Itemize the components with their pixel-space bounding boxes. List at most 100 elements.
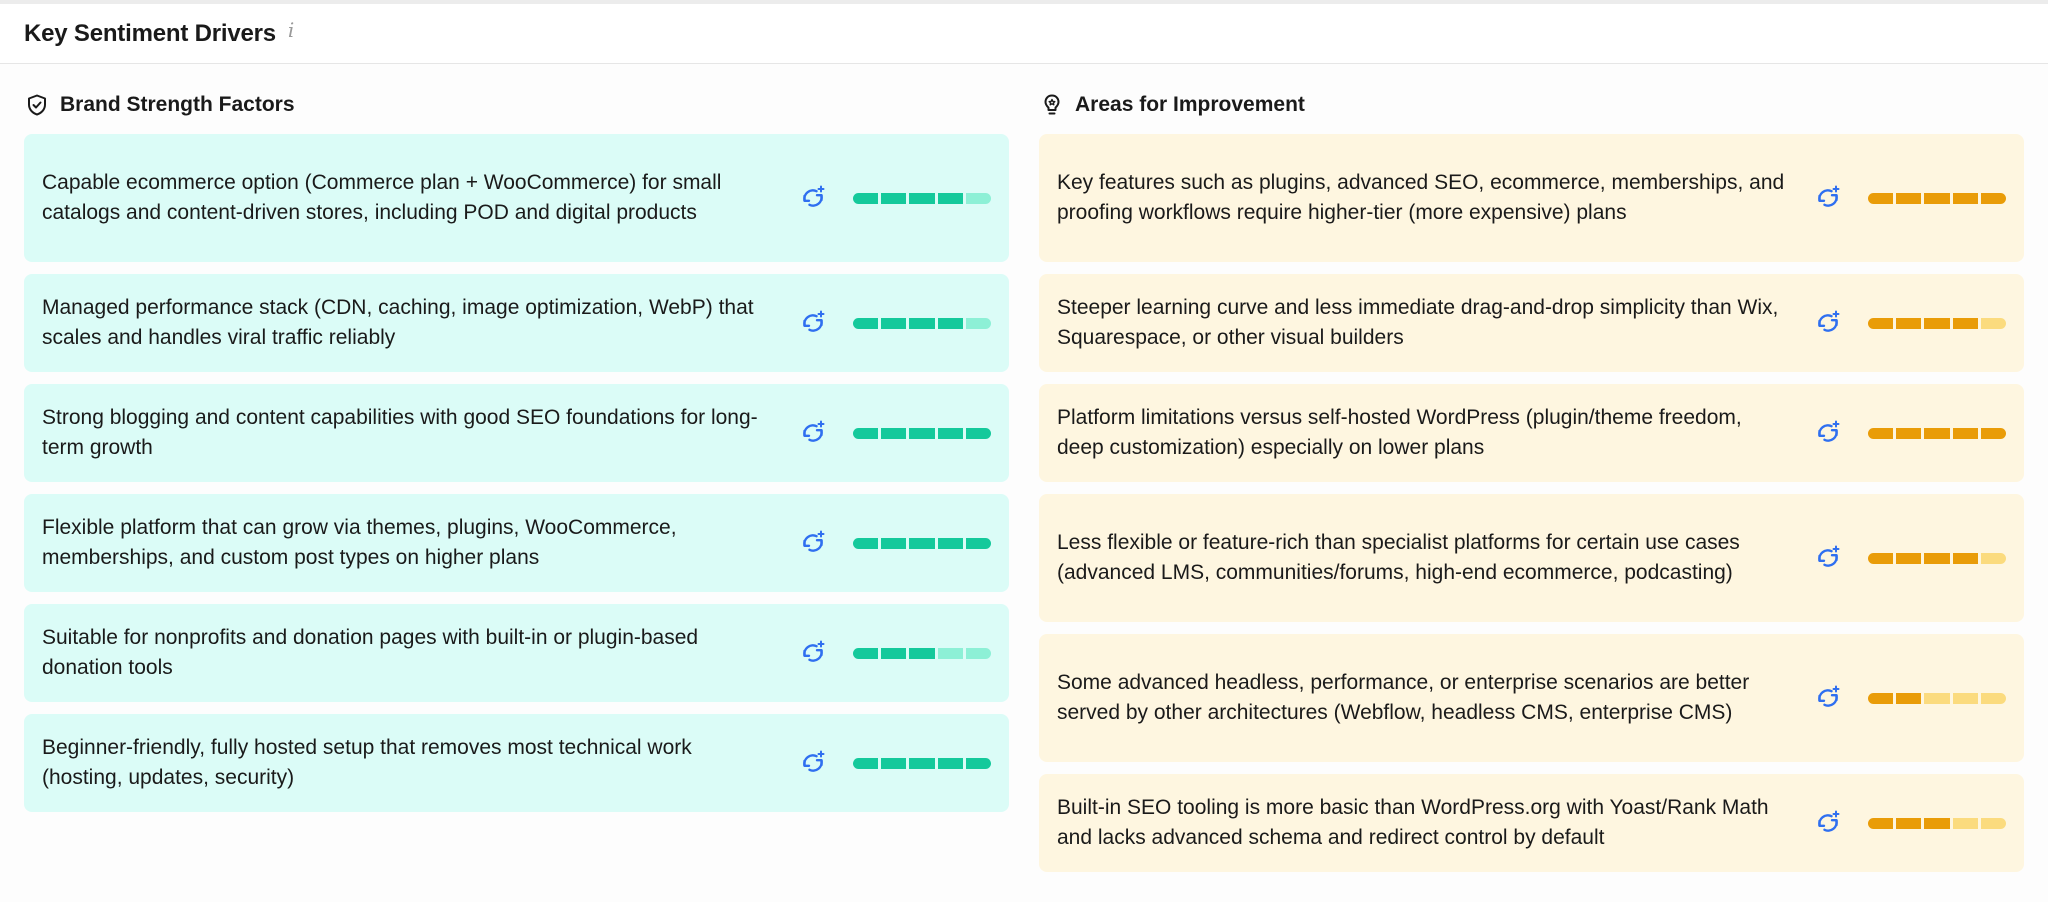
score-segment	[881, 537, 907, 549]
improvement-text: Platform limitations versus self-hosted …	[1057, 405, 1742, 460]
score-segment	[965, 537, 992, 549]
refresh-sparkle-icon[interactable]	[798, 748, 828, 778]
score-segment	[1868, 692, 1894, 704]
section-title: Key Sentiment Drivers	[24, 19, 276, 47]
score-bar	[853, 757, 992, 769]
strength-text: Flexible platform that can grow via them…	[42, 515, 677, 570]
score-segment	[1924, 317, 1950, 329]
lightbulb-icon	[1039, 92, 1065, 118]
score-segment	[965, 427, 992, 439]
improvement-card[interactable]: Less flexible or feature-rich than speci…	[1039, 494, 2024, 622]
improvements-column: Areas for Improvement Key features such …	[1039, 64, 2024, 884]
strengths-column: Brand Strength Factors Capable ecommerce…	[24, 64, 1009, 884]
score-bar	[1868, 317, 2007, 329]
score-segment	[1952, 192, 1978, 204]
strength-text: Suitable for nonprofits and donation pag…	[42, 625, 699, 680]
info-icon[interactable]: i	[288, 18, 294, 42]
strength-card[interactable]: Flexible platform that can grow via them…	[24, 494, 1009, 592]
section-header: Key Sentiment Drivers i	[0, 4, 2048, 64]
score-segment	[1952, 552, 1978, 564]
improvement-text: Key features such as plugins, advanced S…	[1057, 170, 1785, 225]
score-bar	[1868, 192, 2007, 204]
score-segment	[1868, 552, 1894, 564]
score-segment	[1952, 427, 1978, 439]
score-segment	[881, 317, 907, 329]
score-segment	[881, 427, 907, 439]
strength-card[interactable]: Strong blogging and content capabilities…	[24, 384, 1009, 482]
score-segment	[853, 192, 879, 204]
score-segment	[965, 757, 992, 769]
score-segment	[1868, 317, 1894, 329]
improvement-card[interactable]: Key features such as plugins, advanced S…	[1039, 134, 2024, 262]
score-segment	[909, 757, 935, 769]
score-segment	[1868, 817, 1894, 829]
refresh-sparkle-icon[interactable]	[1813, 308, 1843, 338]
refresh-sparkle-icon[interactable]	[1813, 418, 1843, 448]
refresh-sparkle-icon[interactable]	[798, 638, 828, 668]
score-bar	[1868, 817, 2007, 829]
shield-check-icon	[24, 92, 50, 118]
improvement-card[interactable]: Built-in SEO tooling is more basic than …	[1039, 774, 2024, 872]
score-bar	[853, 317, 992, 329]
score-segment	[1868, 192, 1894, 204]
score-segment	[937, 192, 963, 204]
score-bar	[1868, 427, 2007, 439]
improvement-card[interactable]: Some advanced headless, performance, or …	[1039, 634, 2024, 762]
score-segment	[1868, 427, 1894, 439]
improvement-text: Built-in SEO tooling is more basic than …	[1057, 795, 1769, 850]
score-segment	[1924, 692, 1950, 704]
score-segment	[937, 757, 963, 769]
score-segment	[1924, 192, 1950, 204]
score-bar	[853, 647, 992, 659]
score-segment	[937, 647, 963, 659]
score-segment	[881, 192, 907, 204]
score-segment	[881, 647, 907, 659]
score-segment	[853, 757, 879, 769]
score-segment	[1980, 817, 2007, 829]
score-segment	[965, 192, 992, 204]
score-segment	[1952, 317, 1978, 329]
refresh-sparkle-icon[interactable]	[798, 308, 828, 338]
score-segment	[1924, 817, 1950, 829]
strength-card[interactable]: Beginner-friendly, fully hosted setup th…	[24, 714, 1009, 812]
score-segment	[1980, 317, 2007, 329]
refresh-sparkle-icon[interactable]	[1813, 683, 1843, 713]
score-bar	[853, 192, 992, 204]
score-segment	[853, 647, 879, 659]
strength-text: Capable ecommerce option (Commerce plan …	[42, 170, 722, 225]
refresh-sparkle-icon[interactable]	[1813, 543, 1843, 573]
strength-card[interactable]: Suitable for nonprofits and donation pag…	[24, 604, 1009, 702]
drivers-columns: Brand Strength Factors Capable ecommerce…	[0, 64, 2048, 884]
score-segment	[1952, 692, 1978, 704]
score-segment	[881, 757, 907, 769]
refresh-sparkle-icon[interactable]	[798, 183, 828, 213]
refresh-sparkle-icon[interactable]	[798, 528, 828, 558]
improvement-card[interactable]: Steeper learning curve and less immediat…	[1039, 274, 2024, 372]
refresh-sparkle-icon[interactable]	[1813, 808, 1843, 838]
strength-text: Beginner-friendly, fully hosted setup th…	[42, 735, 692, 790]
score-segment	[909, 317, 935, 329]
score-segment	[909, 427, 935, 439]
score-bar	[853, 427, 992, 439]
score-segment	[1952, 817, 1978, 829]
strengths-heading: Brand Strength Factors	[24, 82, 1009, 128]
score-segment	[909, 647, 935, 659]
improvement-card[interactable]: Platform limitations versus self-hosted …	[1039, 384, 2024, 482]
strength-card[interactable]: Capable ecommerce option (Commerce plan …	[24, 134, 1009, 262]
refresh-sparkle-icon[interactable]	[798, 418, 828, 448]
refresh-sparkle-icon[interactable]	[1813, 183, 1843, 213]
score-segment	[937, 537, 963, 549]
score-segment	[937, 427, 963, 439]
score-segment	[1896, 427, 1922, 439]
improvement-text: Some advanced headless, performance, or …	[1057, 670, 1750, 725]
strengths-list: Capable ecommerce option (Commerce plan …	[24, 134, 1009, 812]
score-segment	[909, 192, 935, 204]
score-segment	[853, 317, 879, 329]
score-segment	[965, 317, 992, 329]
score-bar	[853, 537, 992, 549]
strength-card[interactable]: Managed performance stack (CDN, caching,…	[24, 274, 1009, 372]
score-segment	[1924, 552, 1950, 564]
score-segment	[937, 317, 963, 329]
score-segment	[1896, 192, 1922, 204]
improvements-title: Areas for Improvement	[1075, 93, 1305, 116]
